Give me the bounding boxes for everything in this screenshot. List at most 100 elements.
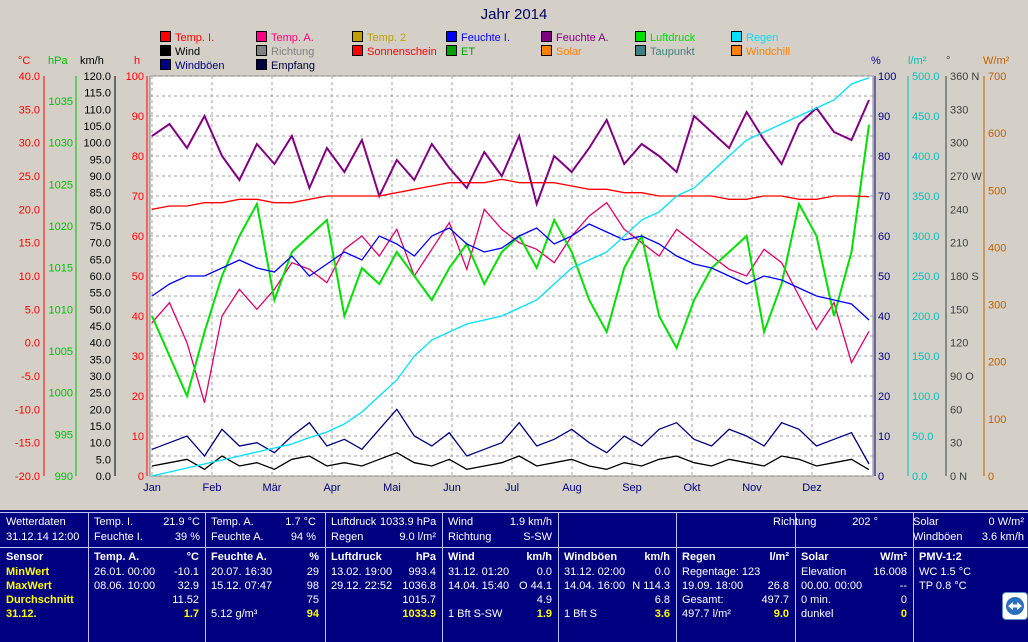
hpa-tick: 1020 [49, 221, 73, 233]
kmh-tick: 120.0 [83, 71, 111, 83]
windboeen-max: N 114.3 [632, 580, 670, 592]
regen-label: Regen [331, 531, 364, 543]
degree-tick: 180 S [950, 271, 979, 283]
wind-cur: 1.9 [536, 608, 552, 620]
celsius-tick: 0.0 [25, 338, 40, 350]
celsius-tick: 10.0 [19, 271, 40, 283]
solar-elev_label: Elevation [801, 566, 847, 578]
temp-i-value: 21.9 °C [163, 516, 200, 528]
legend-item[interactable]: Luftdruck [635, 31, 695, 44]
windboeen-min: 0.0 [654, 566, 670, 578]
legend-label: Solar [556, 46, 582, 58]
legend-item[interactable]: Temp. A. [256, 31, 314, 44]
durchschnitt-label: Durchschnitt [6, 594, 74, 606]
hpa-tick: 1035 [49, 96, 73, 108]
divider [0, 512, 1028, 513]
feuchte-a-label: Feuchte A. [211, 531, 264, 543]
divider [88, 512, 89, 642]
divider [676, 512, 677, 642]
wm2-tick: 100 [988, 414, 1006, 426]
kmh-tick: 65.0 [90, 254, 111, 266]
percent-tick: 30 [878, 351, 890, 363]
legend-item[interactable]: ET [446, 45, 475, 58]
legend-item[interactable]: Sonnenschein [352, 45, 437, 58]
x-tick-label: Mär [263, 482, 282, 494]
lm2-tick: 400.0 [912, 151, 940, 163]
unit-label-hpa: hPa [48, 55, 68, 67]
windboeen-label: Windböen [913, 531, 963, 543]
legend-item[interactable]: Taupunkt [635, 45, 695, 58]
degree-tick: 240 [950, 204, 968, 216]
legend-item[interactable]: Solar [541, 45, 582, 58]
degree-tick: 330 [950, 104, 968, 116]
wind-avg: 4.9 [536, 594, 552, 606]
x-tick-label: Mai [383, 482, 401, 494]
wind-label: Wind [448, 516, 474, 528]
wind-header: Wind [448, 551, 475, 563]
kmh-tick: 85.0 [90, 188, 111, 200]
feuchtea-abs: 5.12 g/m³ [211, 608, 258, 620]
legend-item[interactable]: Windböen [160, 59, 225, 72]
celsius-tick: 30.0 [19, 138, 40, 150]
divider [442, 512, 443, 642]
hpa-tick: 1010 [49, 304, 73, 316]
kmh-tick: 15.0 [90, 421, 111, 433]
feuchte-a-value: 94 % [290, 531, 316, 543]
feuchte-i-label: Feuchte I. [94, 531, 143, 543]
kmh-tick: 80.0 [90, 204, 111, 216]
celsius-tick: -5.0 [21, 371, 40, 383]
current-date-label: 31.12. [6, 608, 37, 620]
divider [325, 512, 326, 642]
legend-label: Feuchte I. [461, 32, 510, 44]
unit-label-wm2: W/m² [983, 55, 1010, 67]
feuchtea-avg: 75 [306, 594, 319, 606]
solar-min: 0 [900, 594, 907, 606]
degree-tick: 60 [950, 404, 962, 416]
teamviewer-button[interactable] [1002, 592, 1028, 620]
richtung2-value: 202 ° [852, 516, 878, 528]
feuchtea-min_date: 20.07. 16:30 [211, 566, 273, 578]
windboeen-unit: km/h [644, 551, 670, 563]
percent-tick: 80 [878, 151, 890, 163]
legend-item[interactable]: Temp. I. [160, 31, 214, 44]
regen-total: 497.7 l/m² [682, 608, 731, 620]
legend-label: Wind [175, 46, 201, 58]
legend-label: Regen [746, 32, 779, 44]
percent-tick: 10 [878, 431, 890, 443]
legend-item[interactable]: Wind [160, 45, 200, 58]
data-panel: Wetterdaten 31.12.14 12:00 Temp. I. 21.9 °C… [0, 510, 1028, 642]
hpa-tick: 995 [55, 429, 73, 441]
legend-swatch [731, 45, 742, 56]
solar-elev: 16.008 [873, 566, 907, 578]
luftdruck-header: Luftdruck [331, 551, 382, 563]
legend-swatch [352, 31, 363, 42]
maxwert-label: MaxWert [6, 580, 52, 592]
percent-tick: 40 [878, 311, 890, 323]
degree-tick: 270 W [950, 171, 982, 183]
windboeen-bft: 1 Bft S [564, 608, 598, 620]
legend-item[interactable]: Feuchte A. [541, 31, 609, 44]
solar-max: -- [899, 580, 907, 592]
unit-label-percent: % [871, 55, 881, 67]
wm2-tick: 0 [988, 471, 994, 483]
legend-item[interactable]: Feuchte I. [446, 31, 510, 44]
percent-tick: 70 [878, 191, 890, 203]
kmh-tick: 20.0 [90, 404, 111, 416]
legend-item[interactable]: Windchill [731, 45, 790, 58]
legend-item[interactable]: Regen [731, 31, 778, 44]
wind-min: 0.0 [536, 566, 552, 578]
legend-item[interactable]: Temp. 2 [352, 31, 406, 44]
legend-item[interactable]: Empfang [256, 59, 315, 72]
kmh-tick: 115.0 [84, 88, 111, 100]
regen-tage: Regentage: 123 [682, 566, 761, 578]
legend-label: Feuchte A. [556, 32, 609, 44]
legend-label: Richtung [271, 46, 315, 58]
richtung-value: S-SW [523, 531, 552, 543]
celsius-tick: 20.0 [19, 204, 40, 216]
legend-label: Luftdruck [650, 32, 696, 44]
lm2-tick: 0.0 [912, 471, 927, 483]
legend-item[interactable]: Richtung [256, 45, 314, 58]
degree-tick: 0 N [950, 471, 967, 483]
legend-label: Temp. A. [271, 32, 314, 44]
degree-tick: 30 [950, 438, 962, 450]
